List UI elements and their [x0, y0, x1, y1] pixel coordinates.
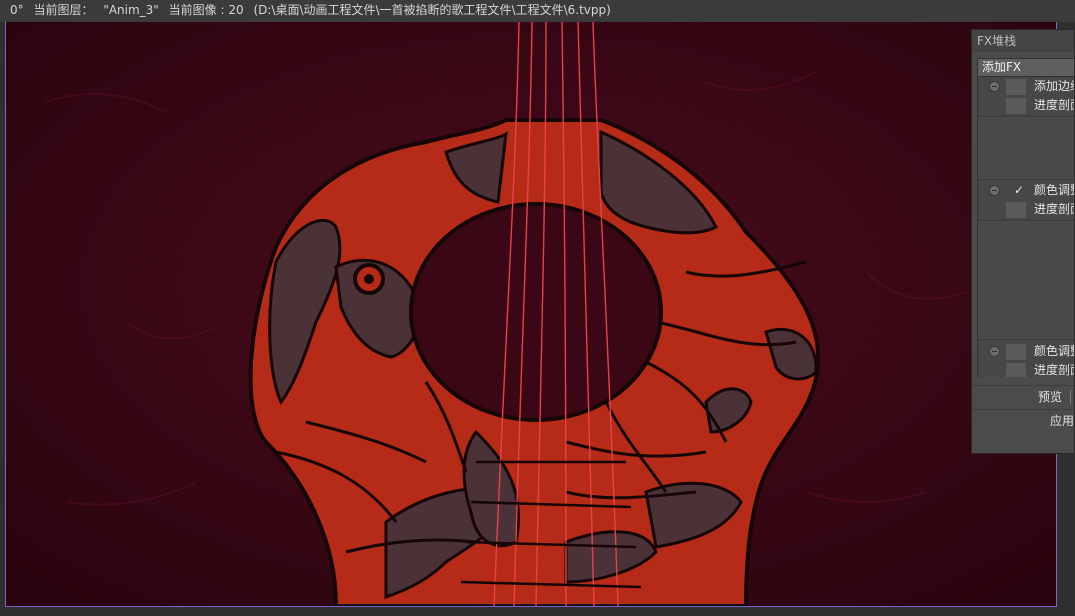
fx-settings-area	[978, 117, 1074, 179]
minus-circle-icon[interactable]	[989, 185, 1000, 196]
sound-hole	[409, 202, 663, 422]
fx-panel-title[interactable]: FX堆栈	[972, 30, 1074, 52]
fx-enable-checkbox[interactable]	[1006, 344, 1026, 360]
fx-item-label: 颜色调整	[1034, 344, 1074, 358]
minus-circle-icon[interactable]	[989, 346, 1000, 357]
guitar-artwork	[6, 22, 1056, 606]
fx-item[interactable]: 进度剖面	[978, 96, 1074, 115]
fx-enable-checkbox[interactable]	[1006, 363, 1026, 377]
fx-apply-row: 应用	[972, 409, 1074, 432]
fx-item-label: 进度剖面	[1034, 363, 1074, 377]
checkmark-icon[interactable]: ✓	[1012, 181, 1026, 200]
status-bar: 0° 当前图层： "Anim_3" 当前图像 : 20 (D:\桌面\动画工程文…	[0, 0, 1075, 22]
current-layer-name: "Anim_3"	[103, 3, 159, 17]
fx-enable-checkbox[interactable]	[1006, 202, 1026, 218]
fx-settings-area	[978, 221, 1074, 339]
fx-item-label: 进度剖面	[1034, 202, 1074, 216]
fx-item-label: 颜色调整	[1034, 183, 1074, 197]
fx-item-label: 进度剖面	[1034, 98, 1074, 112]
fx-divider	[978, 179, 1074, 180]
fx-item[interactable]: 颜色调整	[978, 342, 1074, 361]
rotation-angle: 0°	[10, 3, 24, 17]
fx-item[interactable]: 进度剖面	[978, 200, 1074, 219]
fx-item[interactable]: 添加边缘	[978, 77, 1074, 96]
preview-divider	[1070, 390, 1071, 404]
current-image-label: 当前图像 : 20	[168, 3, 244, 17]
fx-stack-panel: FX堆栈 添加FX 添加边缘 进度剖面 ✓ 颜色调整 进度剖面	[971, 29, 1075, 454]
fx-item[interactable]: ✓ 颜色调整	[978, 181, 1074, 200]
apply-button[interactable]: 应用	[1050, 410, 1074, 432]
project-file-path: (D:\桌面\动画工程文件\一首被掐断的歌工程文件\工程文件\6.tvpp)	[253, 3, 611, 17]
fx-list: 添加边缘 进度剖面 ✓ 颜色调整 进度剖面 颜色调整 进度剖面	[977, 77, 1074, 377]
add-fx-button[interactable]: 添加FX	[977, 58, 1074, 77]
minus-circle-icon[interactable]	[989, 81, 1000, 92]
current-layer-label: 当前图层：	[33, 3, 94, 17]
canvas-frame[interactable]	[5, 22, 1057, 607]
preview-button[interactable]: 预览	[1038, 386, 1062, 408]
fx-enable-checkbox[interactable]	[1006, 79, 1026, 95]
fx-enable-checkbox[interactable]	[1006, 98, 1026, 114]
drawing-viewport[interactable]	[0, 22, 1075, 616]
fx-item[interactable]: 进度剖面	[978, 361, 1074, 377]
fx-item-label: 添加边缘	[1034, 79, 1074, 93]
fx-divider	[978, 339, 1074, 340]
fx-preview-row: 预览	[972, 385, 1074, 408]
